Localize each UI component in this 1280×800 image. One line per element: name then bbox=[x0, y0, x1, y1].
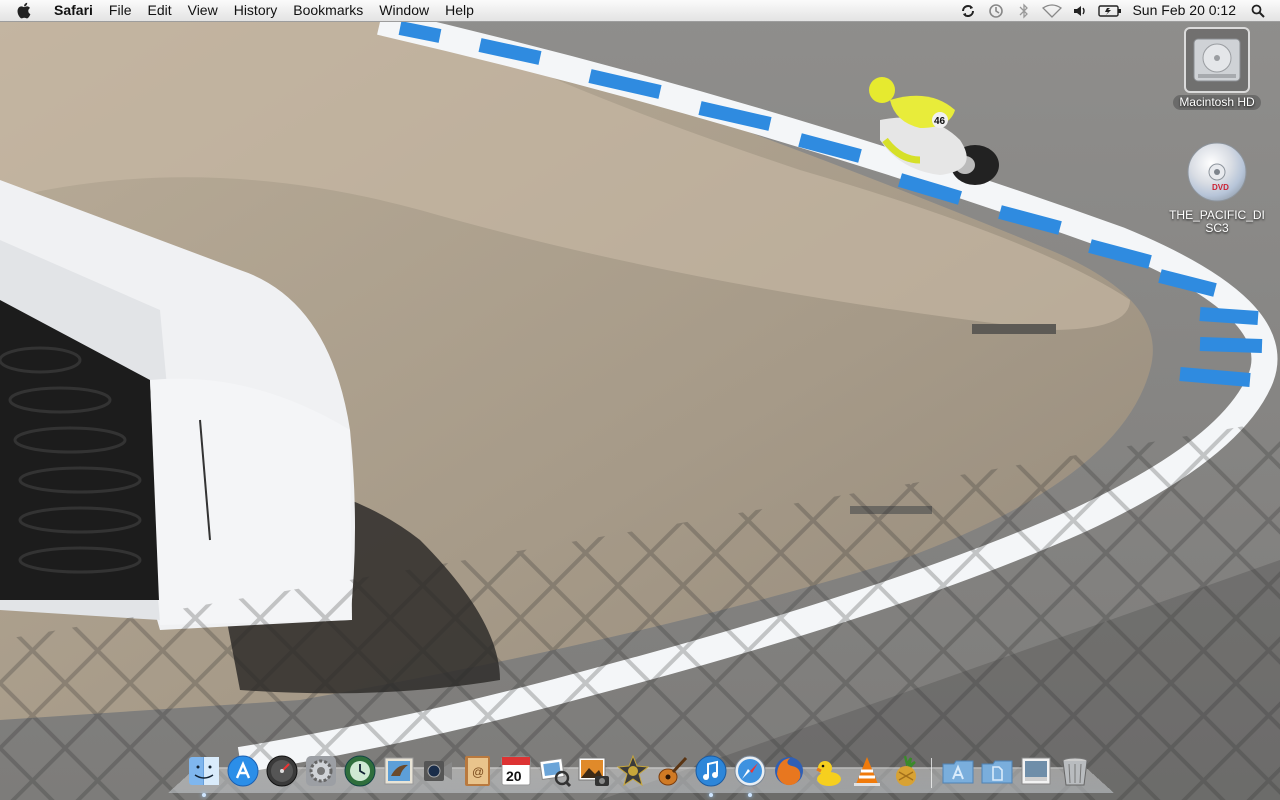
dock-app-store[interactable] bbox=[226, 754, 260, 788]
mail-icon bbox=[384, 757, 413, 785]
dock-iphoto[interactable] bbox=[577, 754, 611, 788]
adium-icon bbox=[895, 755, 916, 786]
menu-bookmarks[interactable]: Bookmarks bbox=[285, 0, 371, 21]
svg-text:DVD: DVD bbox=[1212, 183, 1229, 192]
desktop-wallpaper: 46 bbox=[0, 0, 1280, 800]
menu-history[interactable]: History bbox=[226, 0, 286, 21]
trash-icon bbox=[1062, 757, 1087, 786]
menu-window[interactable]: Window bbox=[371, 0, 437, 21]
garageband-icon bbox=[658, 756, 687, 786]
vlc-icon bbox=[853, 757, 880, 786]
safari-icon bbox=[734, 755, 765, 787]
desktop-icon-label: THE_PACIFIC_DISC3 bbox=[1169, 208, 1265, 235]
dock-documents-stack[interactable] bbox=[980, 754, 1014, 788]
dock-system-preferences[interactable] bbox=[304, 754, 338, 788]
running-indicator bbox=[708, 793, 713, 797]
app-store-icon bbox=[227, 755, 258, 787]
bluetooth-icon[interactable] bbox=[1013, 0, 1035, 21]
cyberduck-icon bbox=[815, 761, 841, 786]
dock-itunes[interactable] bbox=[694, 754, 728, 797]
dashboard-icon bbox=[266, 755, 297, 787]
dock-vlc[interactable] bbox=[850, 754, 884, 788]
dock-finder[interactable] bbox=[187, 754, 221, 797]
time-machine-icon bbox=[344, 755, 375, 787]
desktop-icon-macintosh-hd[interactable]: Macintosh HD bbox=[1162, 27, 1272, 110]
system-preferences-icon bbox=[305, 756, 336, 786]
dock-firefox[interactable] bbox=[772, 754, 806, 788]
svg-text:46: 46 bbox=[934, 116, 946, 127]
applications-folder-icon bbox=[942, 760, 973, 784]
spotlight-search-icon[interactable] bbox=[1247, 0, 1269, 21]
dock: @ 20 bbox=[184, 748, 1094, 797]
address-book-icon: @ bbox=[464, 756, 490, 786]
dock-cyberduck[interactable] bbox=[811, 754, 845, 788]
dock-address-book[interactable]: @ bbox=[460, 754, 494, 788]
time-machine-icon[interactable] bbox=[985, 0, 1007, 21]
calendar-icon: 20 bbox=[501, 756, 530, 786]
menu-file[interactable]: File bbox=[101, 0, 140, 21]
calendar-date: 20 bbox=[506, 768, 522, 784]
apple-menu-icon[interactable] bbox=[14, 0, 32, 21]
preview-icon bbox=[538, 757, 571, 788]
facetime-icon bbox=[423, 761, 452, 781]
dock-dashboard[interactable] bbox=[265, 754, 299, 788]
hard-drive-icon bbox=[1184, 27, 1250, 93]
downloads-stack-icon bbox=[1021, 757, 1050, 785]
dock-separator bbox=[931, 758, 932, 788]
menu-app-name[interactable]: Safari bbox=[46, 0, 101, 21]
imovie-icon bbox=[616, 754, 649, 787]
dock-time-machine[interactable] bbox=[343, 754, 377, 788]
documents-folder-icon bbox=[981, 760, 1012, 784]
dock-adium[interactable] bbox=[889, 754, 923, 788]
dock-downloads-stack[interactable] bbox=[1019, 754, 1053, 788]
itunes-icon bbox=[695, 755, 726, 787]
menu-help[interactable]: Help bbox=[437, 0, 482, 21]
dock-ical[interactable]: 20 bbox=[499, 754, 533, 788]
menu-bar: Safari File Edit View History Bookmarks … bbox=[0, 0, 1280, 22]
menu-edit[interactable]: Edit bbox=[139, 0, 179, 21]
running-indicator bbox=[201, 793, 206, 797]
menubar-clock[interactable]: Sun Feb 20 0:12 bbox=[1126, 0, 1244, 21]
battery-icon[interactable] bbox=[1097, 0, 1123, 21]
iphoto-icon bbox=[578, 757, 609, 786]
running-indicator bbox=[747, 793, 752, 797]
dock-mail[interactable] bbox=[382, 754, 416, 788]
desktop-icon-label: Macintosh HD bbox=[1173, 95, 1261, 110]
desktop[interactable]: 46 Safari File Edit View History Bookmar… bbox=[0, 0, 1280, 800]
finder-icon bbox=[188, 757, 219, 785]
dvd-icon: DVD bbox=[1187, 142, 1247, 202]
dock-applications-stack[interactable] bbox=[941, 754, 975, 788]
dock-garageband[interactable] bbox=[655, 754, 689, 788]
volume-icon[interactable] bbox=[1069, 0, 1091, 21]
sync-icon[interactable] bbox=[957, 0, 979, 21]
dock-facetime[interactable] bbox=[421, 754, 455, 788]
desktop-icon-the-pacific-disc3[interactable]: DVD THE_PACIFIC_DISC3 bbox=[1162, 140, 1272, 236]
wifi-icon[interactable] bbox=[1041, 0, 1063, 21]
svg-text:@: @ bbox=[472, 765, 484, 779]
menu-view[interactable]: View bbox=[180, 0, 226, 21]
dock-preview[interactable] bbox=[538, 754, 572, 788]
dock-imovie[interactable] bbox=[616, 754, 650, 788]
dock-trash[interactable] bbox=[1058, 754, 1092, 788]
firefox-icon bbox=[774, 757, 803, 786]
dock-safari[interactable] bbox=[733, 754, 767, 797]
